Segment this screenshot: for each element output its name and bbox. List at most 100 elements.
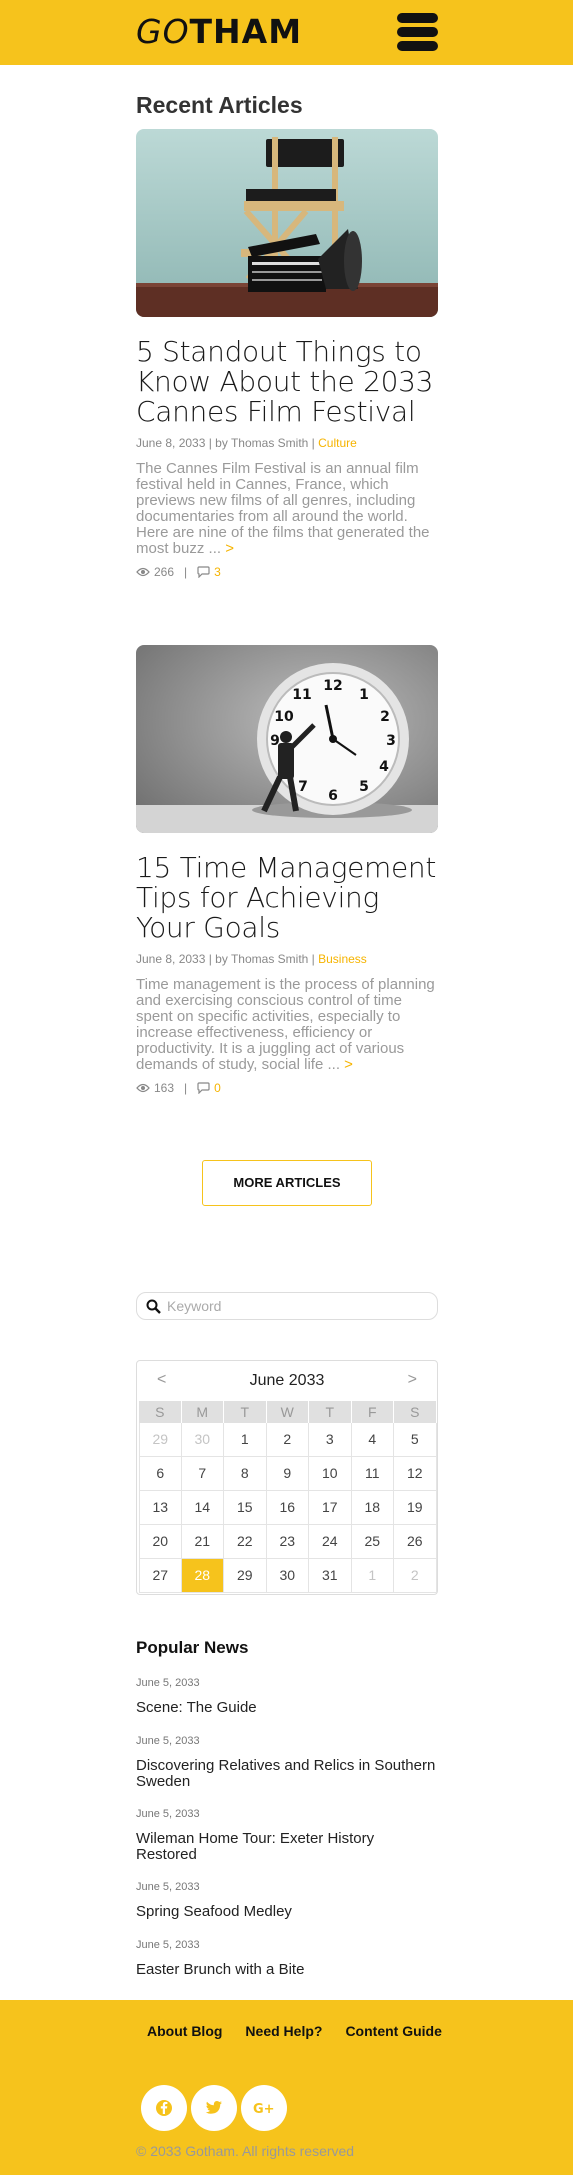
calendar-day[interactable]: 31 <box>309 1559 352 1593</box>
calendar-day[interactable]: 2 <box>394 1559 437 1593</box>
logo-rest-text: THAM <box>189 12 303 51</box>
calendar-day[interactable]: 26 <box>394 1525 437 1559</box>
calendar-day[interactable]: 30 <box>181 1423 224 1457</box>
article-2-read-more-link[interactable]: > <box>344 1056 353 1073</box>
facebook-icon[interactable] <box>141 2085 187 2131</box>
calendar-day[interactable]: 1 <box>351 1559 394 1593</box>
svg-text:11: 11 <box>292 687 311 703</box>
calendar-day[interactable]: 7 <box>181 1457 224 1491</box>
calendar-day[interactable]: 24 <box>309 1525 352 1559</box>
eye-icon <box>136 567 150 577</box>
calendar-day[interactable]: 1 <box>224 1423 267 1457</box>
article-1-comments[interactable]: 3 <box>214 565 221 579</box>
calendar-day[interactable]: 25 <box>351 1525 394 1559</box>
more-articles-button[interactable]: MORE ARTICLES <box>202 1160 372 1206</box>
google-plus-icon[interactable]: G+ <box>241 2085 287 2131</box>
twitter-icon[interactable] <box>191 2085 237 2131</box>
calendar-weekday: W <box>266 1401 309 1423</box>
popular-news-heading: Popular News <box>136 1638 249 1657</box>
article-1-byline: June 8, 2033 | by Thomas Smith | <box>136 436 319 450</box>
calendar-day[interactable]: 12 <box>394 1457 437 1491</box>
svg-text:4: 4 <box>379 759 389 775</box>
article-2-meta: June 8, 2033 | by Thomas Smith | Busines… <box>136 952 367 966</box>
calendar-day[interactable]: 4 <box>351 1423 394 1457</box>
calendar-day-today[interactable]: 28 <box>181 1559 224 1593</box>
article-2-byline: June 8, 2033 | by Thomas Smith | <box>136 952 319 966</box>
calendar-day[interactable]: 10 <box>309 1457 352 1491</box>
footer-links: About Blog Need Help? Content Guide <box>147 2023 465 2039</box>
svg-text:10: 10 <box>274 709 294 725</box>
calendar-weekday: F <box>351 1401 394 1423</box>
footer-link-need-help[interactable]: Need Help? <box>245 2023 322 2039</box>
footer-link-content-guide[interactable]: Content Guide <box>345 2023 441 2039</box>
article-1-read-more-link[interactable]: > <box>225 540 234 557</box>
stats-separator: | <box>184 565 188 579</box>
svg-text:G+: G+ <box>253 2102 275 2115</box>
calendar-next-button[interactable]: > <box>408 1371 417 1389</box>
popular-news-date: June 5, 2033 <box>136 1939 200 1951</box>
popular-news-date: June 5, 2033 <box>136 1808 200 1820</box>
calendar-day[interactable]: 29 <box>139 1423 182 1457</box>
footer-link-about-blog[interactable]: About Blog <box>147 2023 222 2039</box>
calendar-day[interactable]: 3 <box>309 1423 352 1457</box>
calendar-day[interactable]: 11 <box>351 1457 394 1491</box>
popular-news-title[interactable]: Spring Seafood Medley <box>136 1904 436 1920</box>
calendar-day[interactable]: 20 <box>139 1525 182 1559</box>
article-2-stats: 163 | 0 <box>136 1081 221 1095</box>
popular-news-title[interactable]: Wileman Home Tour: Exeter History Restor… <box>136 1831 436 1863</box>
svg-text:1: 1 <box>359 687 369 703</box>
calendar-widget: < June 2033 > SMTWTFS 29 30 1 2 3 4 5 6 7 8 9 10 11 1… <box>136 1360 438 1595</box>
hamburger-menu-icon[interactable] <box>397 13 438 51</box>
article-1-excerpt: The Cannes Film Festival is an annual fi… <box>136 461 441 557</box>
calendar-day[interactable]: 8 <box>224 1457 267 1491</box>
calendar-day[interactable]: 23 <box>266 1525 309 1559</box>
calendar-day[interactable]: 19 <box>394 1491 437 1525</box>
search-box <box>136 1292 438 1320</box>
popular-news-title[interactable]: Scene: The Guide <box>136 1700 436 1716</box>
article-1-category[interactable]: Culture <box>318 436 357 450</box>
calendar-grid: SMTWTFS 29 30 1 2 3 4 5 6 7 8 9 10 11 12 13 14 15 16 17 18 1… <box>139 1401 437 1593</box>
calendar-day[interactable]: 15 <box>224 1491 267 1525</box>
calendar-day[interactable]: 5 <box>394 1423 437 1457</box>
search-icon[interactable] <box>146 1299 161 1314</box>
svg-text:5: 5 <box>359 779 369 795</box>
svg-text:6: 6 <box>328 788 338 804</box>
calendar-month-label: June 2033 <box>249 1372 325 1389</box>
article-2-comments[interactable]: 0 <box>214 1081 221 1095</box>
calendar-day[interactable]: 18 <box>351 1491 394 1525</box>
article-2-category[interactable]: Business <box>318 952 367 966</box>
calendar-day[interactable]: 9 <box>266 1457 309 1491</box>
calendar-day[interactable]: 30 <box>266 1559 309 1593</box>
popular-news-date: June 5, 2033 <box>136 1735 200 1747</box>
calendar-weekday: M <box>181 1401 224 1423</box>
calendar-day[interactable]: 17 <box>309 1491 352 1525</box>
popular-news-title[interactable]: Discovering Relatives and Relics in Sout… <box>136 1758 436 1790</box>
popular-news-date: June 5, 2033 <box>136 1677 200 1689</box>
calendar-day[interactable]: 29 <box>224 1559 267 1593</box>
calendar-day[interactable]: 27 <box>139 1559 182 1593</box>
article-1-stats: 266 | 3 <box>136 565 221 579</box>
article-1-image[interactable] <box>136 129 438 317</box>
calendar-day[interactable]: 6 <box>139 1457 182 1491</box>
calendar-day[interactable]: 16 <box>266 1491 309 1525</box>
search-input[interactable] <box>167 1296 427 1316</box>
popular-news-date: June 5, 2033 <box>136 1881 200 1893</box>
calendar-week-row: 6 7 8 9 10 11 12 <box>139 1457 437 1491</box>
calendar-week-row: 20 21 22 23 24 25 26 <box>139 1525 437 1559</box>
calendar-day[interactable]: 22 <box>224 1525 267 1559</box>
calendar-week-row: 27 28 29 30 31 1 2 <box>139 1559 437 1593</box>
calendar-day[interactable]: 2 <box>266 1423 309 1457</box>
article-2-excerpt-text: Time management is the process of planni… <box>136 976 435 1073</box>
calendar-day[interactable]: 21 <box>181 1525 224 1559</box>
calendar-weekday: T <box>224 1401 267 1423</box>
site-logo[interactable]: GOTHAM <box>136 12 302 52</box>
calendar-day[interactable]: 13 <box>139 1491 182 1525</box>
article-2-image[interactable]: 1212 345 678 91011 <box>136 645 438 833</box>
svg-text:7: 7 <box>298 779 308 795</box>
calendar-day[interactable]: 14 <box>181 1491 224 1525</box>
article-1-excerpt-text: The Cannes Film Festival is an annual fi… <box>136 460 430 557</box>
popular-news-title[interactable]: Easter Brunch with a Bite <box>136 1962 436 1978</box>
article-2-views: 163 <box>154 1081 175 1095</box>
article-1-title[interactable]: 5 Standout Things to Know About the 2033… <box>136 337 441 427</box>
article-2-title[interactable]: 15 Time Management Tips for Achieving Yo… <box>136 853 441 943</box>
